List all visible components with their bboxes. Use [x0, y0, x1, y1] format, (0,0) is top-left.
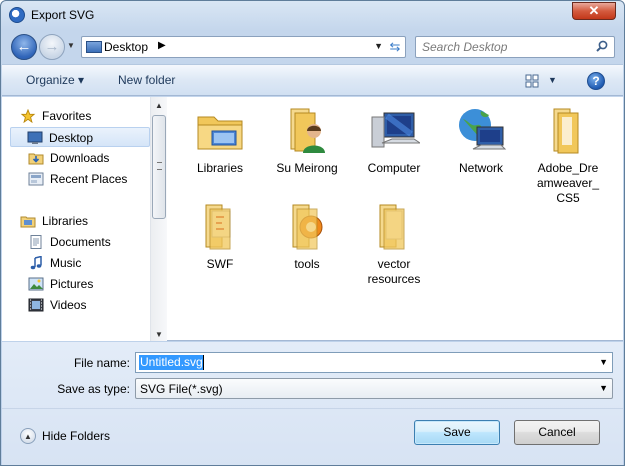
text-caret: [203, 355, 204, 370]
collapse-arrow-icon: ▲: [20, 428, 36, 444]
file-item-network[interactable]: Network: [437, 105, 525, 176]
scrollbar-thumb[interactable]: [152, 115, 166, 219]
documents-icon: [30, 235, 42, 249]
downloads-folder-icon: [28, 153, 44, 165]
file-item-computer[interactable]: Computer: [350, 105, 438, 176]
sidebar-group-favorites[interactable]: Favorites: [12, 106, 148, 126]
videos-icon: [28, 298, 44, 312]
star-icon: [20, 109, 36, 123]
divider: [2, 408, 623, 409]
file-item-su-meirong[interactable]: Su Meirong: [263, 105, 351, 176]
cancel-button[interactable]: Cancel: [514, 420, 600, 445]
window-title: Export SVG: [31, 8, 95, 22]
folder-icon: [292, 204, 323, 250]
navigation-bar: ← → ▼ Desktop ▶ ▼ ⇆: [1, 31, 624, 63]
file-list: Libraries Su Meirong Computer Network Ad…: [168, 97, 623, 341]
desktop-icon: [86, 41, 102, 53]
browser-area: Favorites Desktop Downloads Recent Place…: [2, 97, 623, 341]
sidebar-item-label: Music: [50, 256, 82, 270]
recent-places-icon: [28, 172, 44, 186]
app-icon: [9, 7, 25, 23]
computer-icon: [371, 112, 420, 148]
hide-folders-label: Hide Folders: [42, 429, 111, 443]
sidebar-item-recent-places[interactable]: Recent Places: [12, 169, 148, 189]
sidebar-group-label: Favorites: [42, 109, 92, 123]
sidebar-item-documents[interactable]: Documents: [12, 232, 148, 252]
back-button[interactable]: ←: [11, 34, 37, 60]
file-item-libraries[interactable]: Libraries: [176, 105, 264, 176]
recent-locations-dropdown[interactable]: ▼: [67, 41, 77, 51]
search-box[interactable]: [415, 36, 615, 58]
scroll-up-icon[interactable]: ▲: [155, 101, 163, 110]
close-button[interactable]: ✕: [572, 2, 616, 20]
search-icon[interactable]: [596, 40, 608, 52]
sidebar-item-label: Pictures: [50, 277, 94, 291]
sidebar-group-libraries[interactable]: Libraries: [12, 211, 148, 231]
new-folder-button[interactable]: New folder: [118, 73, 175, 87]
forward-button[interactable]: →: [39, 34, 65, 60]
sidebar-item-label: Recent Places: [50, 172, 128, 186]
sidebar-group-label: Libraries: [42, 214, 89, 228]
sidebar-item-music[interactable]: Music: [12, 253, 148, 273]
file-name-field[interactable]: Untitled.svg ▼: [135, 352, 613, 373]
address-bar[interactable]: Desktop ▶ ▼ ⇆: [81, 36, 406, 58]
command-bar: Organize ▾ New folder ▼ ?: [2, 64, 623, 96]
address-dropdown-icon[interactable]: ▼: [374, 41, 383, 51]
folder-icon: [553, 108, 579, 154]
sidebar-item-pictures[interactable]: Pictures: [12, 274, 148, 294]
save-as-type-select[interactable]: SVG File(*.svg) ▼: [135, 378, 613, 399]
file-item-adobe-dreamweaver-cs5[interactable]: Adobe_Dre amweaver_ CS5: [524, 105, 612, 206]
file-name-dropdown-icon[interactable]: ▼: [599, 357, 608, 367]
libraries-icon: [20, 216, 36, 228]
user-folder-icon: [290, 108, 325, 153]
save-as-type-dropdown-icon[interactable]: ▼: [599, 383, 608, 393]
organize-button[interactable]: Organize ▾: [26, 73, 84, 87]
sidebar-item-label: Documents: [50, 235, 111, 249]
folder-icon: [205, 204, 231, 250]
help-icon[interactable]: ?: [587, 72, 605, 90]
scroll-down-icon[interactable]: ▼: [155, 330, 163, 339]
search-input[interactable]: [422, 39, 590, 55]
views-icon[interactable]: [525, 74, 539, 88]
sidebar-item-label: Downloads: [50, 151, 110, 165]
folder-icon: [379, 204, 405, 250]
desktop-icon: [27, 131, 43, 144]
file-name-label: File name:: [73, 356, 130, 370]
music-icon: [30, 256, 42, 270]
libraries-folder-icon: [197, 116, 243, 150]
pictures-icon: [28, 277, 44, 291]
address-location[interactable]: Desktop: [104, 40, 148, 54]
export-svg-dialog: Export SVG ✕ ← → ▼ Desktop ▶ ▼ ⇆ Organiz…: [0, 0, 625, 466]
save-options-area: File name: Untitled.svg ▼ Save as type: …: [2, 342, 623, 465]
sidebar-item-label: Desktop: [49, 131, 94, 145]
views-dropdown-icon[interactable]: ▼: [548, 75, 557, 85]
file-item-swf[interactable]: SWF: [176, 201, 264, 272]
save-as-type-label: Save as type:: [57, 382, 130, 396]
save-as-type-value: SVG File(*.svg): [140, 382, 223, 396]
file-item-vector-resources[interactable]: vector resources: [350, 201, 438, 287]
network-icon: [459, 109, 507, 150]
refresh-icon[interactable]: ⇆: [387, 39, 403, 55]
breadcrumb-arrow-icon[interactable]: ▶: [158, 40, 166, 51]
file-name-value[interactable]: Untitled.svg: [139, 355, 204, 370]
navigation-scrollbar[interactable]: ▲ ▼: [150, 97, 167, 341]
title-bar: Export SVG ✕: [1, 1, 624, 31]
sidebar-item-desktop[interactable]: Desktop: [10, 127, 150, 147]
save-button[interactable]: Save: [414, 420, 500, 445]
sidebar-item-downloads[interactable]: Downloads: [12, 148, 148, 168]
sidebar-item-label: Videos: [50, 298, 87, 312]
sidebar-item-videos[interactable]: Videos: [12, 295, 148, 315]
navigation-pane: Favorites Desktop Downloads Recent Place…: [2, 97, 150, 341]
file-item-tools[interactable]: tools: [263, 201, 351, 272]
